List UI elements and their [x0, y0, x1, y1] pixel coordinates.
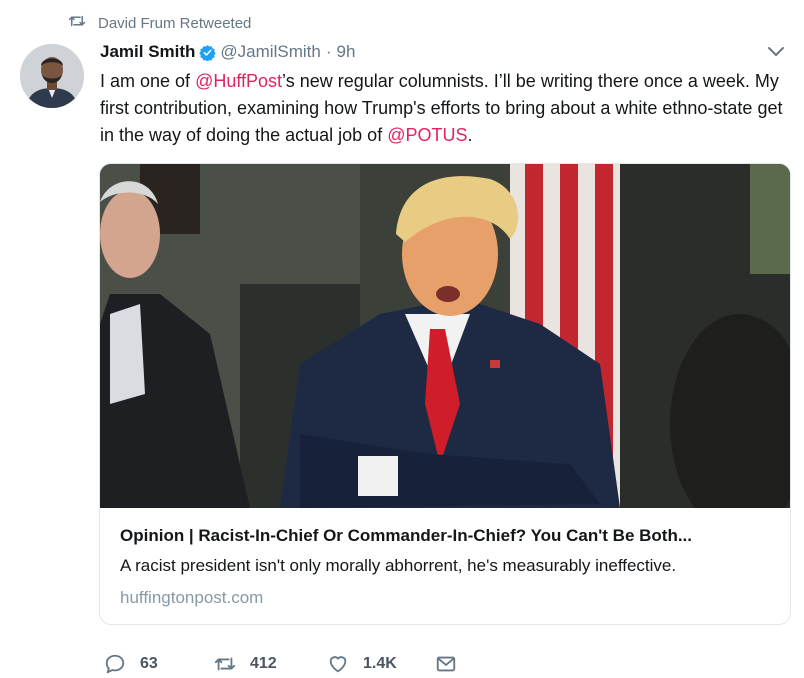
mention-link-huffpost[interactable]: @HuffPost: [195, 71, 282, 91]
heart-icon: [329, 656, 347, 673]
reply-button[interactable]: 63: [104, 653, 214, 675]
card-description: A racist president isn't only morally ab…: [120, 556, 677, 575]
retweeted-by-text[interactable]: David Frum Retweeted: [98, 15, 251, 32]
retweet-icon: [214, 657, 236, 671]
separator-dot: ·: [325, 42, 332, 61]
link-card[interactable]: Opinion | Racist-In-Chief Or Commander-I…: [99, 163, 791, 625]
tweet-text-part: .: [467, 125, 473, 145]
reply-icon: [105, 654, 125, 674]
envelope-icon: [436, 656, 456, 672]
card-image[interactable]: [100, 164, 790, 508]
retweet-count: 412: [250, 655, 277, 672]
retweet-context: David Frum Retweeted: [68, 12, 251, 34]
retweet-icon: [68, 13, 86, 33]
card-domain: huffingtonpost.com: [120, 588, 264, 607]
tweet-text-part: I am one of: [100, 71, 196, 91]
like-count: 1.4K: [363, 655, 397, 672]
verified-badge-icon: [199, 44, 217, 61]
retweet-button[interactable]: 412: [214, 653, 327, 675]
tweet-timestamp[interactable]: 9h: [336, 42, 355, 62]
tweet-actions: 63 412 1.4K: [104, 650, 457, 678]
author-handle[interactable]: @JamilSmith: [220, 42, 320, 62]
tweet-text: I am one of @HuffPost’s new regular colu…: [100, 68, 792, 149]
reply-count: 63: [140, 655, 158, 672]
direct-message-button[interactable]: [435, 653, 457, 675]
card-title[interactable]: Opinion | Racist-In-Chief Or Commander-I…: [120, 526, 780, 546]
avatar[interactable]: [20, 44, 84, 108]
chevron-down-icon[interactable]: [766, 44, 786, 60]
like-button[interactable]: 1.4K: [327, 653, 435, 675]
mention-link-potus[interactable]: @POTUS: [387, 125, 467, 145]
author-name[interactable]: Jamil Smith: [100, 42, 195, 62]
tweet-header: Jamil Smith @JamilSmith · 9h: [100, 40, 355, 64]
